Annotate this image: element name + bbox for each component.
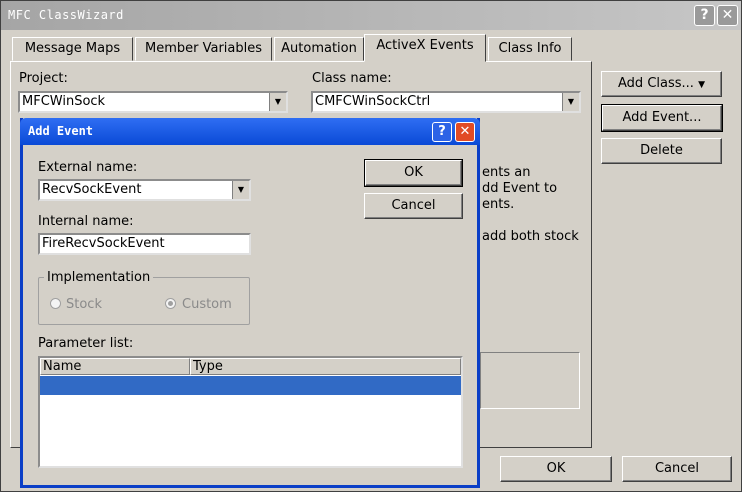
parameter-list-label: Parameter list: <box>38 336 134 351</box>
dialog-help-button[interactable]: ? <box>432 122 452 142</box>
close-button[interactable]: ✕ <box>717 5 738 26</box>
column-header-name[interactable]: Name <box>40 358 190 375</box>
project-value: MFCWinSock <box>22 94 106 109</box>
internal-name-label: Internal name: <box>38 214 134 229</box>
class-name-value: CMFCWinSockCtrl <box>315 94 431 109</box>
external-name-label: External name: <box>38 160 138 175</box>
custom-radio[interactable] <box>165 298 176 309</box>
stock-radio[interactable] <box>50 298 61 309</box>
implementation-box <box>480 352 580 409</box>
description-line-4: add both stock <box>482 229 579 244</box>
stock-label: Stock <box>66 297 102 312</box>
external-name-combo[interactable]: RecvSockEvent ▼ <box>38 179 251 201</box>
custom-label: Custom <box>182 297 232 312</box>
dialog-close-button[interactable]: ✕ <box>455 122 475 142</box>
class-name-label: Class name: <box>312 71 392 86</box>
tab-member-variables[interactable]: Member Variables <box>135 37 272 61</box>
tab-message-maps[interactable]: Message Maps <box>12 37 133 61</box>
project-label: Project: <box>19 71 68 86</box>
dialog-cancel-button[interactable]: Cancel <box>364 193 463 219</box>
description-line-3: ents. <box>482 197 515 212</box>
window-title: MFC ClassWizard <box>8 8 124 22</box>
cancel-button[interactable]: Cancel <box>622 456 732 482</box>
chevron-down-icon[interactable]: ▼ <box>269 93 286 111</box>
class-name-combo[interactable]: CMFCWinSockCtrl ▼ <box>311 91 581 113</box>
project-combo[interactable]: MFCWinSock ▼ <box>18 91 288 113</box>
description-line-1: ents an <box>482 165 531 180</box>
help-button[interactable]: ? <box>694 5 715 26</box>
tab-activex-events[interactable]: ActiveX Events <box>364 34 486 62</box>
dialog-ok-button[interactable]: OK <box>364 159 463 187</box>
table-row[interactable] <box>40 376 461 395</box>
implementation-label: Implementation <box>44 270 154 285</box>
internal-name-field[interactable]: FireRecvSockEvent <box>38 233 251 255</box>
external-name-value: RecvSockEvent <box>42 182 142 197</box>
tab-class-info[interactable]: Class Info <box>488 37 572 61</box>
delete-button[interactable]: Delete <box>601 138 722 164</box>
description-line-2: dd Event to <box>482 181 558 196</box>
chevron-down-icon[interactable]: ▼ <box>232 181 249 199</box>
chevron-down-icon[interactable]: ▼ <box>562 93 579 111</box>
add-class-button[interactable]: Add Class... ▼ <box>601 71 722 97</box>
add-event-button[interactable]: Add Event... <box>601 104 723 132</box>
column-header-type[interactable]: Type <box>190 358 461 375</box>
chevron-down-icon: ▼ <box>698 80 705 90</box>
ok-button[interactable]: OK <box>500 456 612 482</box>
tab-automation[interactable]: Automation <box>274 37 364 61</box>
dialog-title: Add Event <box>28 124 94 138</box>
